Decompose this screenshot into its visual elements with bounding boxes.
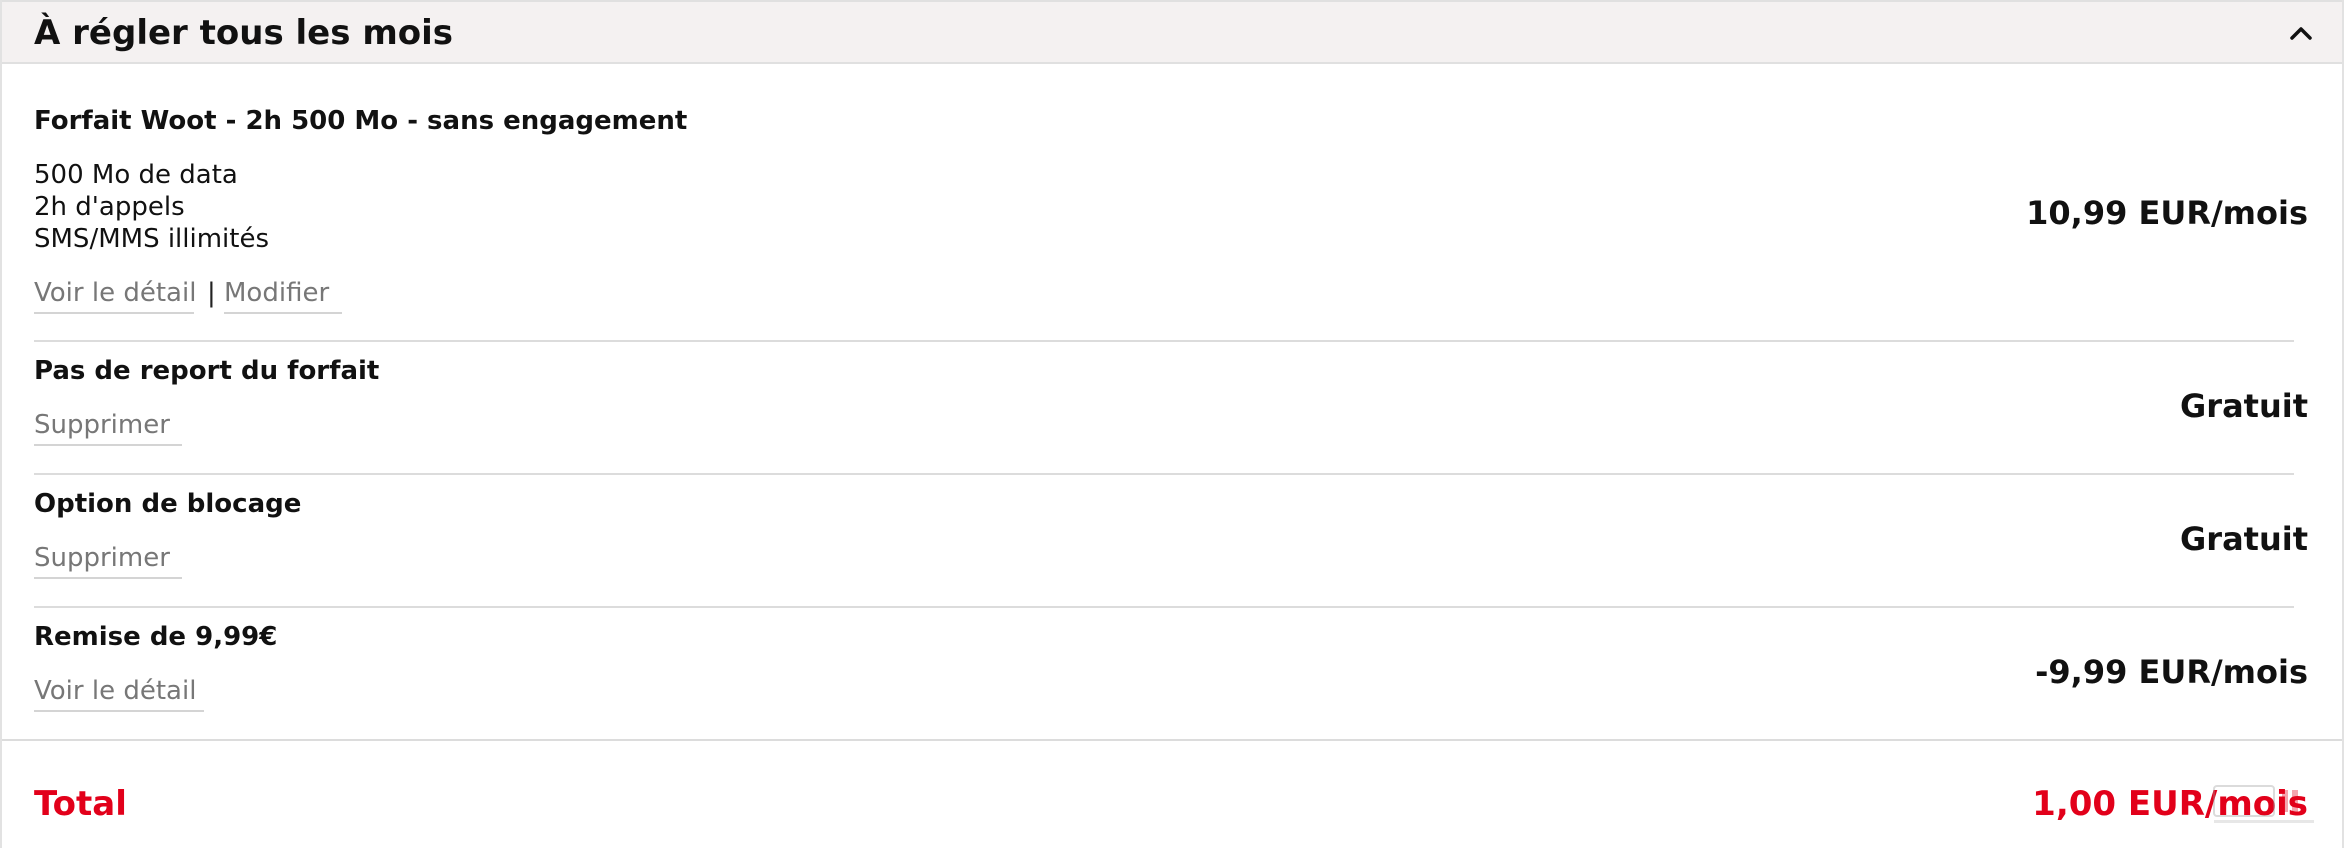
section-title: À régler tous les mois: [34, 13, 453, 53]
feature-calls: 2h d'appels: [34, 192, 185, 222]
view-details-link[interactable]: Voir le détail: [34, 676, 204, 712]
plan-features: 500 Mo de data 2h d'appels SMS/MMS illim…: [34, 159, 269, 255]
item-title: Remise de 9,99€: [34, 622, 278, 652]
link-separator: |: [207, 278, 216, 308]
item-price: Gratuit: [2180, 520, 2308, 558]
chevron-up-icon[interactable]: [2288, 20, 2314, 46]
item-title: Pas de report du forfait: [34, 356, 380, 386]
watermark-logo-icon: [2213, 785, 2314, 823]
item-title: Option de blocage: [34, 489, 302, 519]
item-title: Forfait Woot - 2h 500 Mo - sans engageme…: [34, 106, 688, 136]
divider: [34, 473, 2294, 475]
item-price: Gratuit: [2180, 387, 2308, 425]
divider: [34, 606, 2294, 608]
feature-data: 500 Mo de data: [34, 160, 238, 190]
divider: [34, 340, 2294, 342]
item-price: 10,99 EUR/mois: [2026, 194, 2308, 232]
modify-link[interactable]: Modifier: [224, 278, 342, 314]
monthly-charges-panel: À régler tous les mois Forfait Woot - 2h…: [0, 0, 2344, 848]
remove-link[interactable]: Supprimer: [34, 410, 182, 446]
total-divider: [2, 739, 2342, 741]
total-label: Total: [34, 784, 127, 824]
section-header[interactable]: À régler tous les mois: [2, 0, 2342, 64]
feature-sms: SMS/MMS illimités: [34, 224, 270, 254]
item-price: -9,99 EUR/mois: [2035, 653, 2308, 691]
remove-link[interactable]: Supprimer: [34, 543, 182, 579]
view-details-link[interactable]: Voir le détail: [34, 278, 196, 314]
